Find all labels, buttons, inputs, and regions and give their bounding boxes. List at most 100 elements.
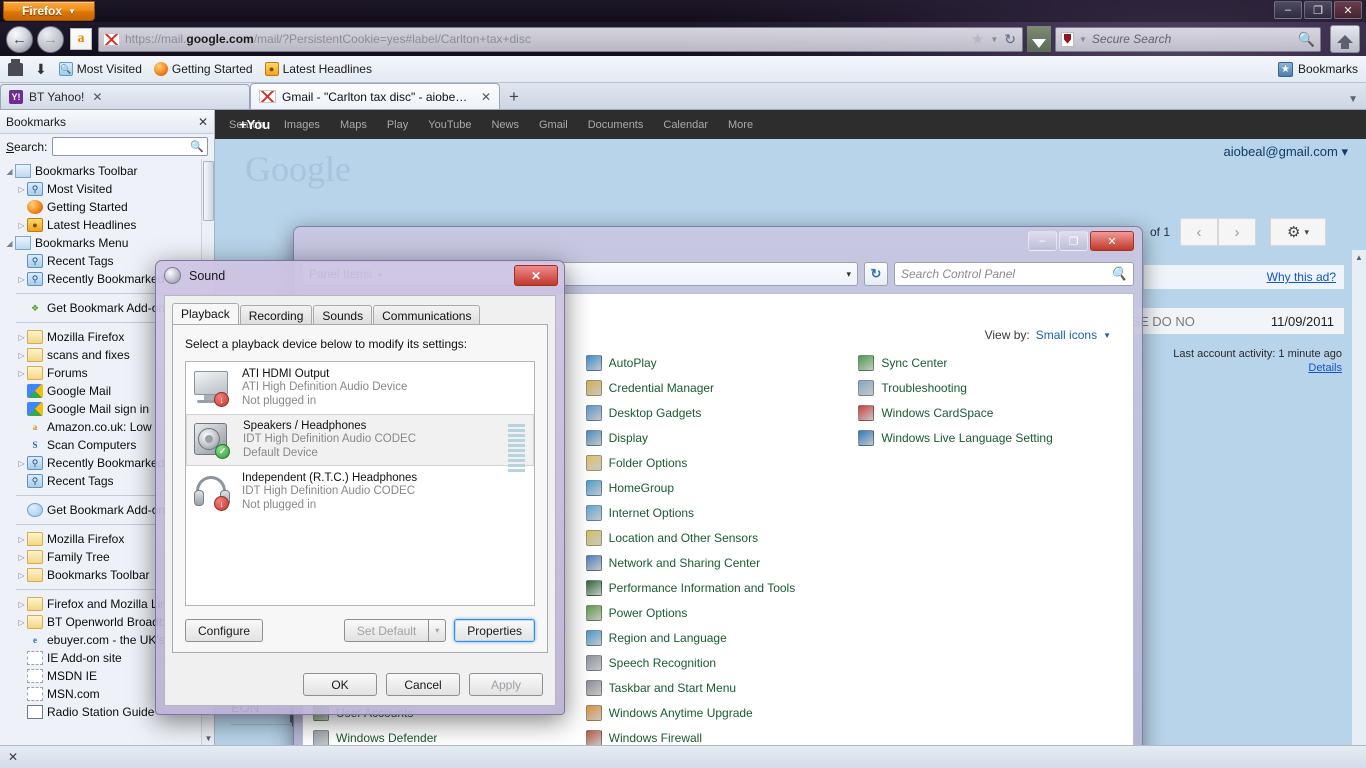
google-nav-links[interactable]: Search Images Maps Play YouTube News Gma… [215,119,753,131]
scroll-up-icon[interactable]: ▲ [1352,250,1366,265]
control-panel-search-input[interactable]: Search Control Panel 🔍 [894,262,1134,286]
tab-sounds[interactable]: Sounds [313,305,373,325]
cancel-button[interactable]: Cancel [386,673,460,696]
new-tab-button[interactable]: + [500,84,528,109]
twisty-icon[interactable]: ▷ [16,275,27,284]
download-arrow-icon[interactable]: ⬇ [35,61,47,78]
home-button[interactable] [1330,25,1360,53]
control-panel-item[interactable]: AutoPlay [585,350,851,375]
chevron-down-icon[interactable]: ▼ [1079,35,1087,44]
twisty-icon[interactable]: ▷ [16,221,27,230]
plus-you-button[interactable]: +You [239,110,270,139]
nav-link[interactable]: Images [284,119,320,131]
search-bar[interactable]: ▼ Secure Search 🔍 [1055,26,1321,52]
control-panel-item[interactable]: Speech Recognition [585,650,851,675]
previous-page-button[interactable]: ‹ [1180,218,1218,246]
activity-details-link[interactable]: Details [1173,362,1342,374]
playback-device-list[interactable]: ↓ ATI HDMI Output ATI High Definition Au… [185,361,535,606]
control-panel-item[interactable]: Windows Anytime Upgrade [585,700,851,725]
bookmark-tree-item[interactable]: ▷ ● Latest Headlines [0,216,214,234]
control-panel-item[interactable]: Location and Other Sensors [585,525,851,550]
tab-communications[interactable]: Communications [373,305,481,325]
chevron-down-icon[interactable]: ▾ [846,269,851,280]
close-button[interactable]: ✕ [514,265,558,286]
settings-button[interactable]: ⚙ ▾ [1270,218,1326,246]
page-scrollbar[interactable]: ▲ [1351,250,1366,745]
twisty-icon[interactable]: ▷ [16,351,27,360]
twisty-icon[interactable]: ▷ [16,535,27,544]
bookmark-tree-item[interactable]: Getting Started [0,198,214,216]
tab-gmail[interactable]: Gmail - "Carlton tax disc" - aiobeal@...… [250,83,500,109]
chevron-down-icon[interactable]: ▼ [990,35,998,44]
control-panel-item[interactable]: Power Options [585,600,851,625]
control-panel-item[interactable]: Sync Center [858,350,1123,375]
twisty-icon[interactable]: ▷ [16,618,27,627]
twisty-icon[interactable]: ▷ [16,369,27,378]
download-button[interactable] [1027,26,1051,52]
close-icon[interactable]: ✕ [92,90,102,104]
twisty-icon[interactable]: ▷ [16,553,27,562]
nav-link[interactable]: Calendar [663,119,708,131]
apply-button[interactable]: Apply [469,673,543,696]
control-panel-item[interactable]: Region and Language [585,625,851,650]
chevron-down-icon[interactable]: ▾ [428,619,447,642]
next-page-button[interactable]: › [1218,218,1256,246]
control-panel-item[interactable]: Taskbar and Start Menu [585,675,851,700]
reload-icon[interactable]: ↻ [1004,31,1016,48]
control-panel-item[interactable]: Desktop Gadgets [585,400,851,425]
twisty-icon[interactable]: ▷ [16,459,27,468]
bookmark-tree-item[interactable]: ◢ Bookmarks Menu [0,234,214,252]
bookmark-most-visited[interactable]: 🔍 Most Visited [58,62,142,76]
close-button[interactable]: ✕ [1334,1,1362,19]
bookmarks-search-input[interactable]: 🔍 [52,137,208,156]
tab-bt-yahoo[interactable]: Y! BT Yahoo! ✕ [0,84,250,109]
bookmarks-menu-button[interactable]: ★ Bookmarks [1277,61,1358,77]
bookmark-star-icon[interactable]: ★ [971,30,984,48]
nav-link[interactable]: News [491,119,519,131]
tab-list-chevron-down-icon[interactable]: ▼ [1348,94,1358,105]
control-panel-item[interactable]: Windows CardSpace [858,400,1123,425]
maximize-button[interactable]: ❐ [1059,231,1088,251]
nav-link[interactable]: More [728,119,753,131]
scroll-down-icon[interactable]: ▼ [202,731,214,745]
close-icon[interactable]: ✕ [8,750,18,764]
account-menu[interactable]: aiobeal@gmail.com ▾ [1223,144,1348,160]
twisty-icon[interactable]: ◢ [4,239,15,248]
minimize-button[interactable]: – [1274,1,1302,19]
set-default-split-button[interactable]: Set Default ▾ [343,619,447,642]
device-row-independent-rtc-headphones[interactable]: ↓ Independent (R.T.C.) Headphones IDT Hi… [186,466,534,518]
print-icon[interactable] [8,58,23,76]
view-by-control[interactable]: View by: Small icons ▼ [985,328,1111,342]
amazon-icon[interactable]: a [70,28,92,50]
nav-link[interactable]: YouTube [428,119,471,131]
minimize-button[interactable]: – [1028,231,1057,251]
twisty-icon[interactable]: ▷ [16,600,27,609]
twisty-icon[interactable]: ▷ [16,185,27,194]
device-row-speakers-headphones[interactable]: ✓ Speakers / Headphones IDT High Definit… [186,414,534,472]
bookmark-latest-headlines[interactable]: ● Latest Headlines [264,62,372,76]
control-panel-item[interactable]: HomeGroup [585,475,851,500]
set-default-button[interactable]: Set Default [343,619,429,642]
refresh-button[interactable]: ↻ [864,262,888,286]
scrollbar-thumb[interactable] [203,161,214,221]
forward-button[interactable]: → [37,25,64,53]
twisty-icon[interactable]: ▷ [16,333,27,342]
close-icon[interactable]: ✕ [481,90,491,104]
bookmark-getting-started[interactable]: Getting Started [153,62,253,76]
control-panel-item[interactable]: Windows Live Language Setting [858,425,1123,450]
tab-playback[interactable]: Playback [172,303,239,325]
search-icon[interactable]: 🔍 [1298,31,1315,48]
nav-link[interactable]: Gmail [539,119,568,131]
firefox-menu-button[interactable]: Firefox ▼ [3,1,95,21]
close-button[interactable]: ✕ [1090,231,1134,251]
bookmark-tree-item[interactable]: ▷ ⚲ Most Visited [0,180,214,198]
why-this-ad-link[interactable]: Why this ad? [1267,270,1336,284]
ok-button[interactable]: OK [303,673,377,696]
control-panel-item[interactable]: Internet Options [585,500,851,525]
control-panel-item[interactable]: Display [585,425,851,450]
back-button[interactable]: ← [6,25,33,53]
nav-link[interactable]: Documents [588,119,644,131]
control-panel-item[interactable]: Credential Manager [585,375,851,400]
tab-recording[interactable]: Recording [239,305,313,325]
properties-button[interactable]: Properties [454,619,535,642]
